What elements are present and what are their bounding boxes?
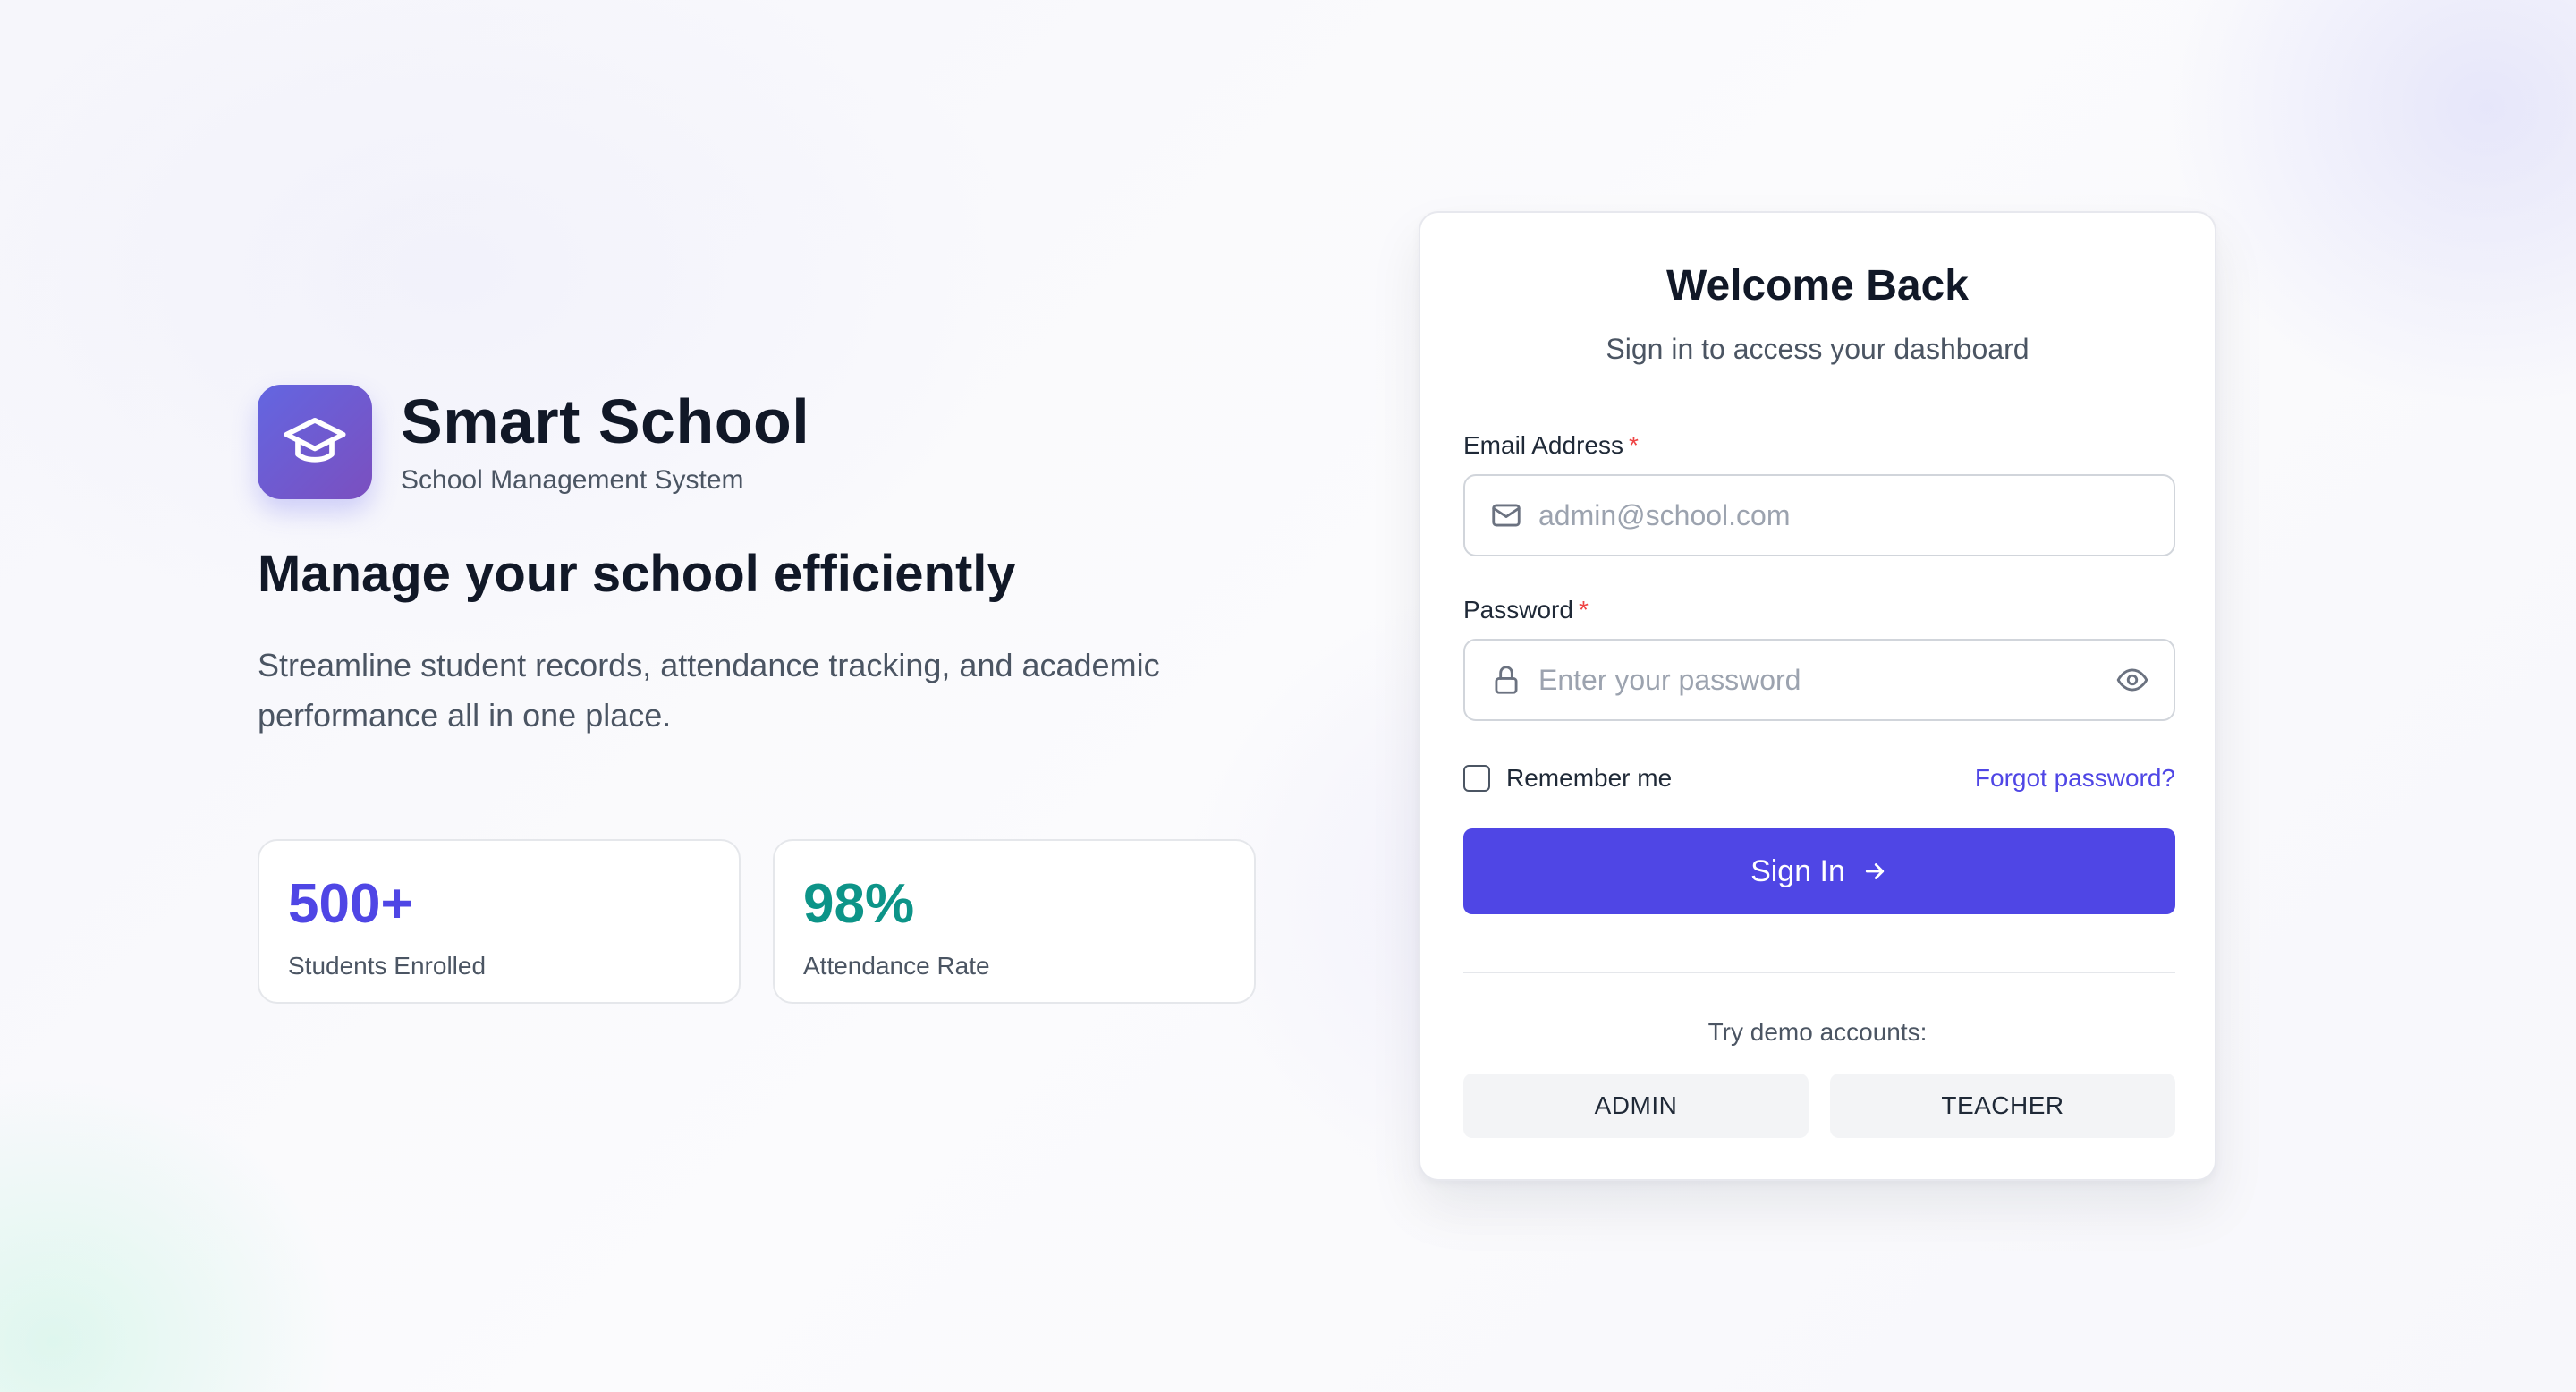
remember-me-label[interactable]: Remember me bbox=[1506, 764, 1672, 793]
remember-me: Remember me bbox=[1463, 764, 1672, 793]
graduation-cap-icon bbox=[281, 406, 349, 479]
email-field-wrapper bbox=[1463, 474, 2175, 556]
mail-icon bbox=[1488, 497, 1524, 533]
arrow-right-icon bbox=[1861, 858, 1888, 885]
login-title: Welcome Back bbox=[1666, 262, 1969, 310]
stat-value-attendance: 98% bbox=[803, 873, 915, 935]
stat-label-students: Students Enrolled bbox=[288, 952, 487, 980]
password-input[interactable] bbox=[1538, 641, 2102, 719]
stat-card-attendance: 98% Attendance Rate bbox=[773, 839, 1256, 1004]
sign-in-label: Sign In bbox=[1750, 853, 1845, 888]
demo-teacher-button[interactable]: TEACHER bbox=[1830, 1074, 2175, 1138]
divider bbox=[1463, 972, 2175, 973]
demo-admin-button[interactable]: ADMIN bbox=[1463, 1074, 1809, 1138]
stat-card-students: 500+ Students Enrolled bbox=[258, 839, 741, 1004]
login-card: Welcome Back Sign in to access your dash… bbox=[1419, 211, 2216, 1181]
demo-accounts-label: Try demo accounts: bbox=[1707, 1018, 1928, 1046]
brand-title: Smart School bbox=[401, 386, 810, 456]
stat-label-attendance: Attendance Rate bbox=[803, 952, 990, 980]
brand-logo bbox=[258, 385, 372, 499]
password-field-wrapper bbox=[1463, 639, 2175, 721]
hero-headline: Manage your school efficiently bbox=[258, 545, 1016, 603]
hero-description: Streamline student records, attendance t… bbox=[258, 647, 1160, 734]
required-marker: * bbox=[1628, 431, 1639, 459]
stat-value-students: 500+ bbox=[288, 873, 413, 935]
password-label-text: Password bbox=[1463, 596, 1573, 624]
brand-header: Smart School School Management System bbox=[258, 385, 809, 499]
email-label: Email Address * bbox=[1463, 431, 1639, 460]
required-marker: * bbox=[1578, 596, 1589, 624]
remember-me-checkbox[interactable] bbox=[1463, 765, 1490, 792]
email-label-text: Email Address bbox=[1463, 431, 1623, 459]
forgot-password-link[interactable]: Forgot password? bbox=[1975, 764, 2175, 793]
sign-in-button[interactable]: Sign In bbox=[1463, 828, 2175, 914]
login-subtitle: Sign in to access your dashboard bbox=[1606, 333, 2029, 365]
eye-icon[interactable] bbox=[2113, 660, 2152, 700]
brand-subtitle: School Management System bbox=[401, 465, 744, 495]
lock-icon bbox=[1488, 662, 1524, 698]
login-options-row: Remember me Forgot password? bbox=[1463, 760, 2175, 796]
brand-text: Smart School School Management System bbox=[401, 390, 809, 494]
email-input[interactable] bbox=[1538, 476, 2102, 555]
password-label: Password * bbox=[1463, 596, 1589, 624]
